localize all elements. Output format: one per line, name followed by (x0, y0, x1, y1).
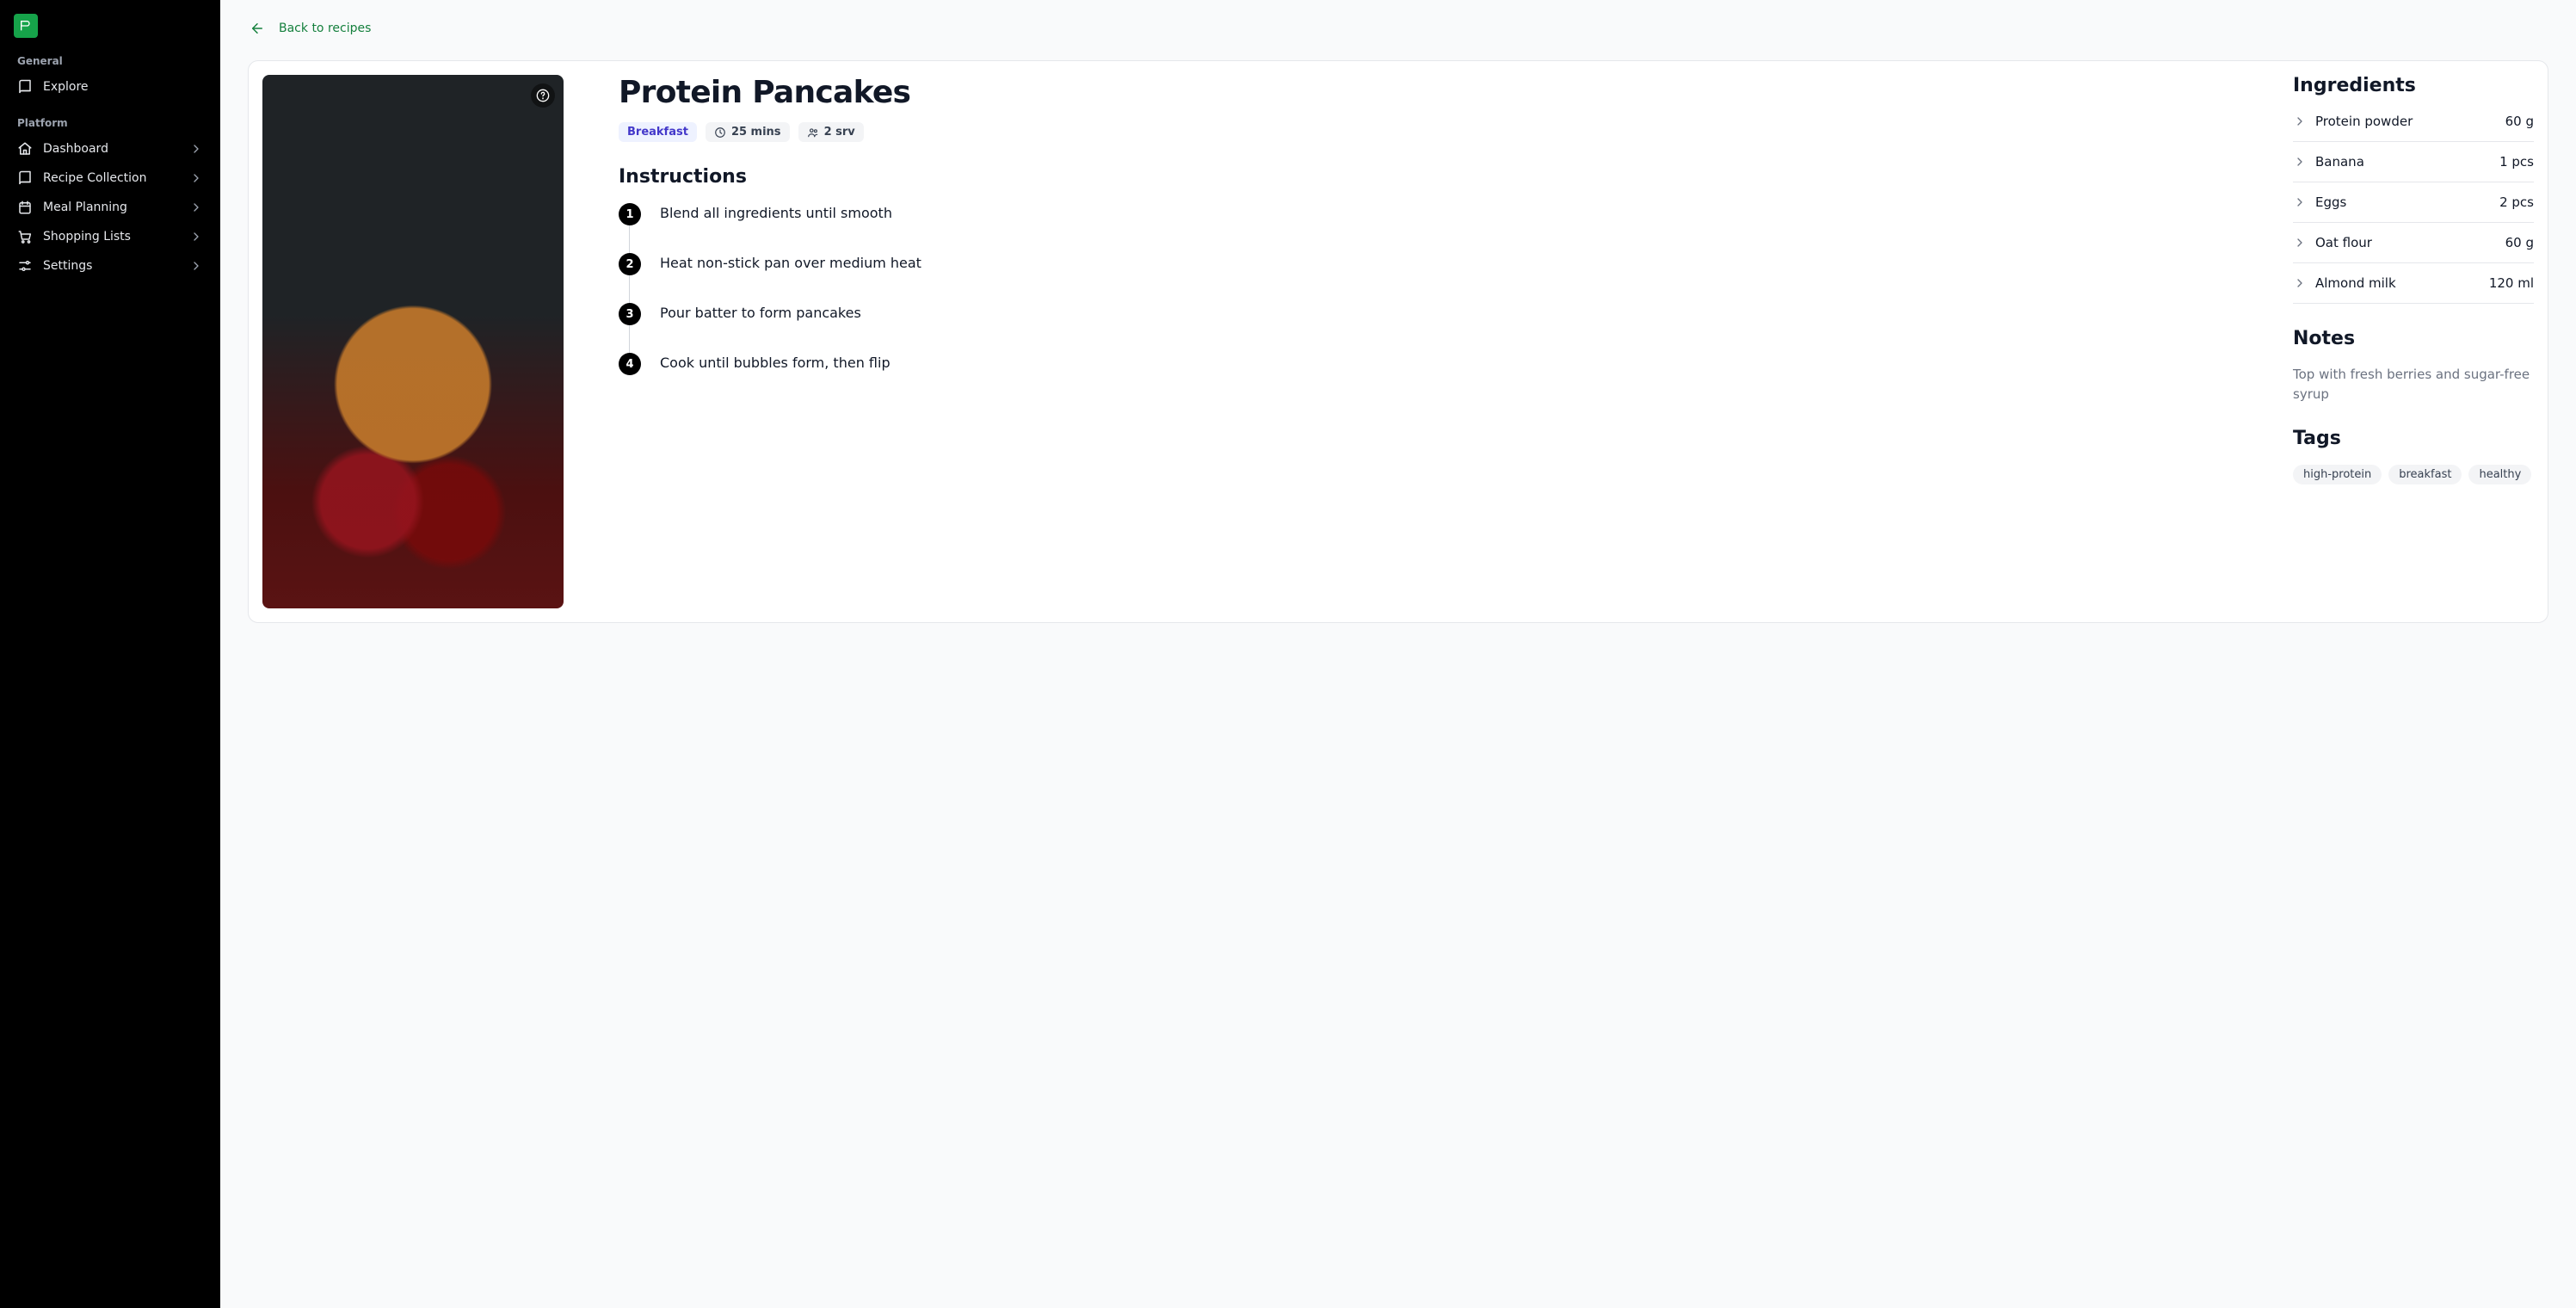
ingredient-name: Oat flour (2315, 235, 2497, 250)
clock-icon (714, 126, 726, 139)
ingredient-name: Almond milk (2315, 275, 2480, 291)
chevron-right-icon (2293, 195, 2307, 209)
ingredient-row[interactable]: Oat flour 60 g (2293, 223, 2534, 263)
arrow-left-icon (250, 21, 265, 36)
step-text: Cook until bubbles form, then flip (660, 353, 891, 371)
ingredient-name: Banana (2315, 154, 2491, 170)
step-number: 2 (619, 253, 641, 275)
step-text: Pour batter to form pancakes (660, 303, 861, 321)
sidebar-item-label: Shopping Lists (43, 230, 131, 244)
recipe-title: Protein Pancakes (619, 75, 2238, 110)
chevron-right-icon (189, 230, 203, 244)
sidebar-item-label: Dashboard (43, 142, 108, 156)
instructions-list: 1 Blend all ingredients until smooth 2 Heat… (619, 203, 2238, 375)
sidebar-section-label: Platform (10, 117, 210, 129)
chevron-right-icon (189, 142, 203, 156)
main-content: Back to recipes Protein Pancakes Breakfa… (220, 0, 2576, 1308)
recipe-badges: Breakfast 25 mins 2 srv (619, 122, 2238, 142)
calendar-icon (17, 200, 33, 215)
ingredient-amount: 60 g (2505, 114, 2534, 129)
home-icon (17, 141, 33, 157)
sidebar-item-meal-planning[interactable]: Meal Planning (10, 193, 210, 222)
ingredient-amount: 1 pcs (2499, 154, 2534, 170)
instruction-step: 4 Cook until bubbles form, then flip (619, 353, 2238, 375)
ingredient-amount: 60 g (2505, 235, 2534, 250)
help-icon (536, 89, 550, 102)
sidebar-item-recipe-collection[interactable]: Recipe Collection (10, 164, 210, 193)
sidebar-item-label: Recipe Collection (43, 171, 147, 185)
tags-heading: Tags (2293, 428, 2534, 449)
chevron-right-icon (2293, 155, 2307, 169)
recipe-image (262, 75, 564, 608)
sidebar: General Explore Platform Dashboard Recipe Co… (0, 0, 220, 1308)
tag[interactable]: high-protein (2293, 465, 2382, 484)
step-text: Blend all ingredients until smooth (660, 203, 892, 221)
instruction-step: 1 Blend all ingredients until smooth (619, 203, 2238, 253)
sidebar-section-label: General (10, 55, 210, 67)
ingredients-heading: Ingredients (2293, 75, 2534, 96)
book-icon (17, 79, 33, 95)
step-number: 3 (619, 303, 641, 325)
chevron-right-icon (189, 171, 203, 185)
sidebar-nav: General Explore Platform Dashboard Recipe Co… (10, 55, 210, 296)
cart-icon (17, 229, 33, 244)
chevron-right-icon (2293, 114, 2307, 128)
tags-list: high-protein breakfast healthy (2293, 465, 2534, 484)
tag[interactable]: breakfast (2388, 465, 2462, 484)
chevron-right-icon (2293, 236, 2307, 250)
ingredient-row[interactable]: Protein powder 60 g (2293, 112, 2534, 142)
app-logo[interactable] (14, 14, 38, 38)
sidebar-item-shopping-lists[interactable]: Shopping Lists (10, 222, 210, 251)
notes-heading: Notes (2293, 328, 2534, 349)
users-icon (807, 126, 819, 139)
chevron-right-icon (189, 259, 203, 273)
ingredient-name: Eggs (2315, 194, 2491, 210)
ingredient-row[interactable]: Banana 1 pcs (2293, 142, 2534, 182)
recipe-main-column: Protein Pancakes Breakfast 25 mins 2 srv… (619, 75, 2238, 608)
sidebar-item-dashboard[interactable]: Dashboard (10, 134, 210, 164)
ingredient-name: Protein powder (2315, 114, 2497, 129)
image-help-button[interactable] (531, 83, 555, 108)
time-badge: 25 mins (706, 122, 790, 142)
sidebar-item-label: Meal Planning (43, 201, 127, 214)
sidebar-item-settings[interactable]: Settings (10, 251, 210, 281)
ingredients-list: Protein powder 60 g Banana 1 pcs Eggs 2 pcs Oa… (2293, 112, 2534, 304)
chevron-right-icon (2293, 276, 2307, 290)
time-label: 25 mins (731, 126, 781, 139)
ingredient-row[interactable]: Eggs 2 pcs (2293, 182, 2534, 223)
back-link-label: Back to recipes (279, 22, 371, 35)
tag[interactable]: healthy (2468, 465, 2531, 484)
servings-label: 2 srv (824, 126, 855, 139)
ingredient-amount: 120 ml (2489, 275, 2534, 291)
sliders-icon (17, 258, 33, 274)
servings-badge: 2 srv (798, 122, 864, 142)
step-number: 4 (619, 353, 641, 375)
instruction-step: 2 Heat non-stick pan over medium heat (619, 253, 2238, 303)
category-badge: Breakfast (619, 122, 697, 142)
instructions-heading: Instructions (619, 166, 2238, 188)
notes-text: Top with fresh berries and sugar-free sy… (2293, 365, 2534, 404)
back-to-recipes-link[interactable]: Back to recipes (248, 17, 373, 40)
ingredient-row[interactable]: Almond milk 120 ml (2293, 263, 2534, 304)
chevron-right-icon (189, 201, 203, 214)
book-icon (17, 170, 33, 186)
sidebar-item-label: Settings (43, 259, 92, 273)
step-text: Heat non-stick pan over medium heat (660, 253, 921, 271)
sidebar-item-label: Explore (43, 80, 89, 94)
sidebar-item-explore[interactable]: Explore (10, 72, 210, 102)
instruction-step: 3 Pour batter to form pancakes (619, 303, 2238, 353)
ingredient-amount: 2 pcs (2499, 194, 2534, 210)
recipe-card: Protein Pancakes Breakfast 25 mins 2 srv… (248, 60, 2548, 623)
recipe-side-column: Ingredients Protein powder 60 g Banana 1 pc… (2293, 75, 2534, 608)
step-number: 1 (619, 203, 641, 225)
logo-icon (19, 19, 33, 33)
